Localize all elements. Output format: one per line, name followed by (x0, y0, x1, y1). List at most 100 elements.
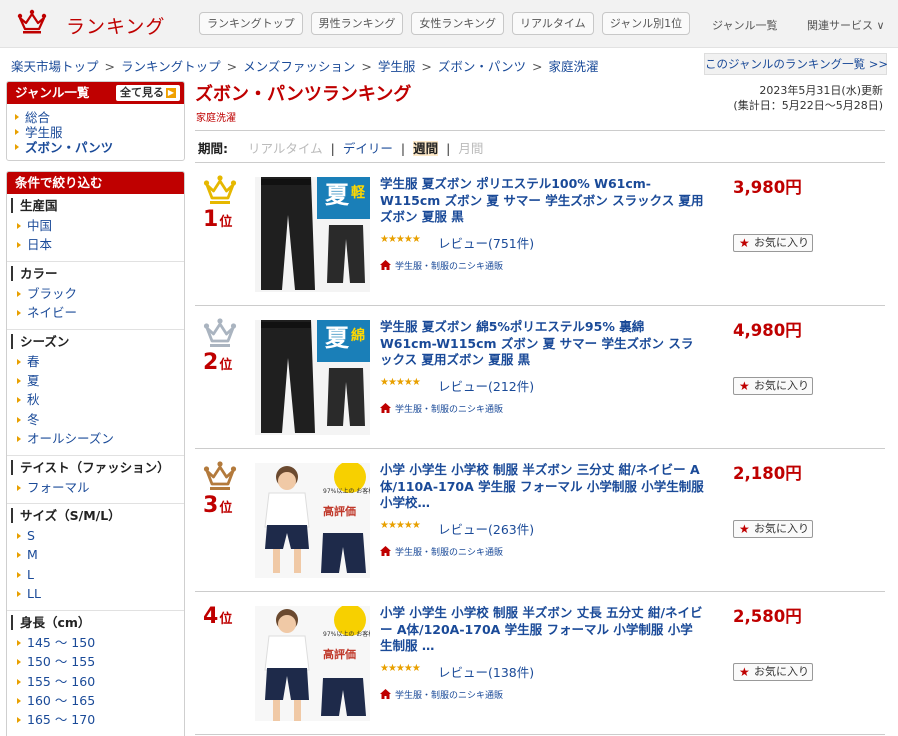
breadcrumb-separator: > (226, 59, 238, 74)
review-link[interactable]: レビュー(263件) (438, 519, 534, 538)
breadcrumb-mens-fashion[interactable]: メンズファッション (243, 59, 355, 74)
filter-option[interactable]: 中国 (7, 216, 184, 235)
filter-option[interactable]: M (7, 545, 184, 564)
period-daily[interactable]: デイリー (343, 141, 393, 156)
period-separator: | (330, 141, 335, 156)
breadcrumb-school-uniform[interactable]: 学生服 (378, 59, 416, 74)
period-selector: 期間: リアルタイム | デイリー | 週間 | 月間 (198, 138, 483, 157)
nav-realtime[interactable]: リアルタイム (512, 12, 594, 35)
nav-female-ranking[interactable]: 女性ランキング (411, 12, 505, 35)
page-subtitle: 家庭洗濯 (196, 113, 236, 124)
filter-option[interactable]: 165 ～ 170 (7, 710, 184, 729)
ranking-logo-text[interactable]: ランキング (66, 12, 165, 39)
filter-group-title: サイズ（S/M/L） (11, 508, 184, 524)
product-name-link[interactable]: 小学 小学生 小学校 制服 半ズボン 丈長 五分丈 紺/ネイビー A体/120A… (380, 605, 705, 655)
svg-text:軽: 軽 (351, 184, 366, 201)
crown-logo-icon[interactable] (17, 9, 47, 35)
shop-name: 学生服・制服のニシキ通販 (395, 548, 504, 558)
genre-item-school-uniform[interactable]: 学生服 (7, 125, 184, 140)
product-image[interactable]: 97%以上の お客様から高評価 (255, 606, 370, 721)
breadcrumb-home-washing[interactable]: 家庭洗濯 (549, 59, 599, 74)
filter-option[interactable]: 日本 (7, 235, 184, 254)
product-image[interactable]: 夏軽 (255, 177, 370, 292)
breadcrumb-rakuten-top[interactable]: 楽天市場トップ (11, 59, 99, 74)
review-link[interactable]: レビュー(751件) (438, 233, 534, 252)
breadcrumb-pants[interactable]: ズボン・パンツ (438, 59, 526, 74)
favorite-button[interactable]: ★ お気に入り (733, 234, 813, 252)
filter-option[interactable]: ネイビー (7, 303, 184, 322)
favorite-button[interactable]: ★ お気に入り (733, 377, 813, 395)
filter-option[interactable]: 145 ～ 150 (7, 633, 184, 652)
product-image[interactable]: 97%以上の お客様から高評価 (255, 463, 370, 578)
review-link[interactable]: レビュー(138件) (438, 662, 534, 681)
filter-option[interactable]: 155 ～ 160 (7, 672, 184, 691)
nav-male-ranking[interactable]: 男性ランキング (310, 12, 404, 35)
rating-stars-icon: ★★★★★ (380, 377, 421, 388)
filter-group-title: 生産国 (11, 198, 184, 213)
related-services-link[interactable]: 関連サービス ∨ (807, 17, 885, 33)
favorite-button[interactable]: ★ お気に入り (733, 520, 813, 538)
filter-group-title: カラー (11, 265, 184, 281)
favorite-label: お気に入り (754, 665, 809, 678)
filter-option[interactable]: 夏 (7, 371, 184, 390)
product-name-link[interactable]: 学生服 夏ズボン 綿5%ポリエステル95% 裏綿 W61cm-W115cm ズボ… (380, 319, 705, 369)
filter-option[interactable]: 160 ～ 165 (7, 691, 184, 710)
ranking-item: 3位97%以上の お客様から高評価小学 小学生 小学校 制服 半ズボン 三分丈 … (195, 449, 885, 592)
nav-genre-top1[interactable]: ジャンル別1位 (601, 12, 691, 35)
shop-link[interactable]: 学生服・制服のニシキ通販 (380, 402, 503, 415)
shop-link[interactable]: 学生服・制服のニシキ通販 (380, 259, 503, 272)
filter-option[interactable]: ブラック (7, 284, 184, 303)
sidebar: ジャンル一覧 全て見る ▶ 総合 学生服 ズボン・パンツ 条件で絞り込む 生産国中… (6, 81, 185, 736)
svg-text:97%以上の お客様から: 97%以上の お客様から (323, 630, 370, 638)
genre-box: ジャンル一覧 全て見る ▶ 総合 学生服 ズボン・パンツ (6, 81, 185, 161)
breadcrumb-separator: > (532, 59, 543, 74)
filter-box: 条件で絞り込む 生産国 中国 日本 カラー ブラック ネイビー シーズン春夏秋冬オールシーズ… (6, 171, 185, 736)
svg-text:綿: 綿 (351, 327, 365, 344)
filter-option[interactable]: 秋 (7, 390, 184, 409)
crown-gold-icon (203, 175, 237, 204)
filter-option[interactable]: S (7, 526, 184, 545)
genre-list-link[interactable]: ジャンル一覧 (712, 17, 777, 33)
svg-text:夏: 夏 (325, 181, 350, 209)
review-link[interactable]: レビュー(212件) (438, 376, 534, 395)
filter-option[interactable]: L (7, 565, 184, 584)
genre-ranking-list-button[interactable]: このジャンルのランキング一覧 >> (704, 53, 888, 75)
product-image[interactable]: 夏綿 (255, 320, 370, 435)
svg-text:高評価: 高評価 (323, 647, 356, 661)
filter-option[interactable]: LL (7, 584, 184, 603)
product-name-link[interactable]: 学生服 夏ズボン ポリエステル100% W61cm-W115cm ズボン 夏 サ… (380, 176, 705, 226)
star-icon: ★ (739, 522, 750, 536)
shop-name: 学生服・制服のニシキ通販 (395, 262, 504, 272)
genre-item-overall[interactable]: 総合 (7, 110, 184, 125)
star-icon: ★ (739, 236, 750, 250)
filter-option[interactable]: 冬 (7, 410, 184, 429)
period-weekly[interactable]: 週間 (413, 141, 439, 156)
product-price: 3,980円 (733, 178, 802, 197)
period-label: 期間: (198, 141, 228, 156)
genre-item-pants[interactable]: ズボン・パンツ (7, 140, 184, 155)
show-all-button[interactable]: 全て見る ▶ (116, 85, 180, 101)
shop-link[interactable]: 学生服・制服のニシキ通販 (380, 688, 503, 701)
genre-box-title: ジャンル一覧 (15, 85, 90, 100)
favorite-button[interactable]: ★ お気に入り (733, 663, 813, 681)
filter-group-title: シーズン (11, 333, 184, 349)
filter-option[interactable]: フォーマル (7, 478, 184, 497)
rank-number: 1位 (203, 207, 233, 232)
product-name-link[interactable]: 小学 小学生 小学校 制服 半ズボン 三分丈 紺/ネイビー A体/110A-17… (380, 462, 705, 512)
breadcrumb-ranking-top[interactable]: ランキングトップ (121, 59, 221, 74)
filter-option[interactable]: オールシーズン (7, 429, 184, 448)
filter-group-title: 身長（cm） (11, 614, 184, 630)
filter-group-title: テイスト（ファッション） (11, 459, 184, 475)
filter-group: 生産国 中国 日本 (7, 194, 184, 262)
divider (195, 130, 885, 131)
rating-stars-icon: ★★★★★ (380, 663, 421, 674)
filter-option[interactable]: 150 ～ 155 (7, 652, 184, 671)
filter-group: シーズン春夏秋冬オールシーズン (7, 330, 184, 456)
shop-link[interactable]: 学生服・制服のニシキ通販 (380, 545, 503, 558)
update-info: 2023年5月31日(水)更新 (集計日：5月22日～5月28日) (733, 83, 883, 113)
rating-stars-icon: ★★★★★ (380, 520, 421, 531)
arrow-right-icon: ▶ (166, 88, 176, 98)
nav-ranking-top[interactable]: ランキングトップ (199, 12, 303, 35)
filter-option[interactable]: 春 (7, 352, 184, 371)
period-separator: | (446, 141, 451, 156)
